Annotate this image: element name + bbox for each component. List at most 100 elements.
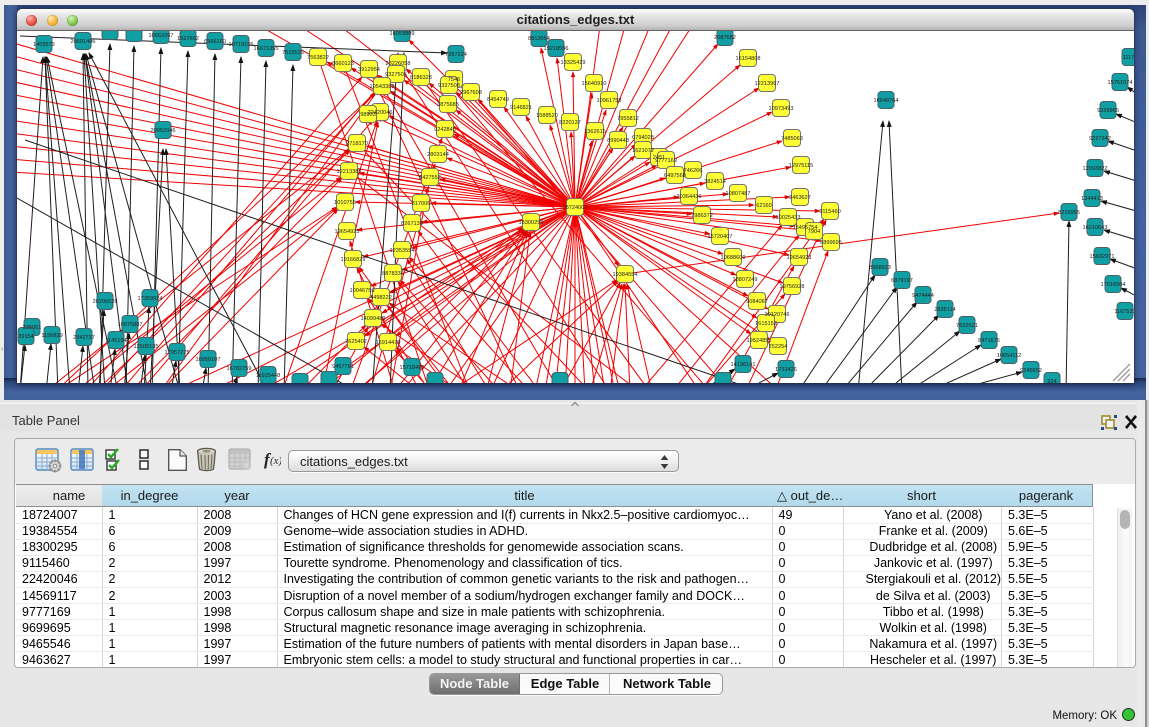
svg-text:8958923: 8958923 [869, 265, 891, 271]
svg-text:12213389: 12213389 [337, 169, 362, 175]
svg-text:16154808: 16154808 [736, 56, 761, 62]
svg-text:1362615: 1362615 [584, 129, 606, 135]
svg-text:9084067: 9084067 [746, 299, 768, 305]
svg-text:15720407: 15720407 [708, 234, 733, 240]
svg-text:252254: 252254 [769, 344, 788, 350]
svg-text:1145194: 1145194 [105, 338, 126, 344]
svg-text:924: 924 [1047, 379, 1056, 383]
svg-text:2803144: 2803144 [427, 152, 449, 158]
svg-text:10973493: 10973493 [769, 106, 794, 112]
svg-text:16914479: 16914479 [376, 340, 401, 346]
svg-text:1733426: 1733426 [775, 367, 797, 373]
svg-text:10975887: 10975887 [118, 322, 143, 328]
svg-text:15640910: 15640910 [582, 81, 607, 87]
svg-text:19218506: 19218506 [544, 46, 569, 52]
svg-text:98903: 98903 [360, 112, 376, 118]
svg-text:10719155: 10719155 [229, 42, 254, 48]
svg-text:15692971: 15692971 [1090, 254, 1115, 260]
svg-text:1527602: 1527602 [177, 36, 199, 42]
svg-text:2942737: 2942737 [73, 335, 95, 341]
svg-text:16210643: 16210643 [1083, 225, 1108, 231]
svg-text:20364436: 20364436 [677, 194, 702, 200]
svg-text:3875685: 3875685 [437, 102, 459, 108]
svg-text:7357224: 7357224 [445, 52, 467, 58]
svg-text:39154: 39154 [18, 334, 34, 340]
svg-text:16648764: 16648764 [874, 98, 899, 104]
svg-text:7485063: 7485063 [781, 136, 803, 142]
svg-text:10543382: 10543382 [370, 84, 395, 90]
svg-text:8186328: 8186328 [410, 75, 432, 81]
svg-text:18724007: 18724007 [563, 205, 588, 211]
svg-text:7632621: 7632621 [956, 323, 978, 329]
svg-text:8990448: 8990448 [607, 138, 629, 144]
svg-text:19166829: 19166829 [341, 257, 366, 263]
svg-text:7904: 7904 [808, 229, 820, 235]
svg-text:8471676: 8471676 [978, 338, 1000, 344]
svg-text:16782759: 16782759 [227, 366, 252, 372]
svg-text:3824514: 3824514 [704, 179, 726, 185]
svg-text:19654923: 19654923 [787, 255, 812, 261]
svg-text:9245652: 9245652 [1020, 368, 1042, 374]
svg-text:335061: 335061 [23, 325, 42, 331]
svg-text:17359924: 17359924 [138, 296, 163, 302]
svg-text:20691406: 20691406 [71, 39, 96, 45]
svg-text:4498222: 4498222 [370, 295, 392, 301]
svg-text:10688609: 10688609 [721, 255, 746, 261]
svg-text:7625402: 7625402 [345, 339, 367, 345]
svg-text:19384554: 19384554 [613, 272, 638, 278]
svg-text:1588520: 1588520 [536, 113, 558, 119]
svg-text:13325419: 13325419 [561, 60, 586, 66]
svg-text:1244413: 1244413 [1081, 196, 1103, 202]
svg-text:3912954: 3912954 [358, 67, 380, 73]
svg-text:19756928: 19756928 [780, 284, 805, 290]
svg-text:2935114: 2935114 [934, 307, 955, 313]
svg-text:9457791: 9457791 [332, 364, 354, 370]
svg-text:8220137: 8220137 [559, 120, 581, 126]
svg-text:14136141: 14136141 [731, 362, 756, 368]
svg-text:6966160: 6966160 [204, 39, 226, 45]
svg-text:1405572: 1405572 [33, 42, 55, 48]
svg-text:7986372: 7986372 [691, 213, 713, 219]
svg-text:(x): (x) [270, 455, 281, 467]
svg-text:17957275: 17957275 [165, 350, 190, 356]
svg-text:7563822: 7563822 [307, 55, 329, 61]
svg-text:12093822: 12093822 [1083, 166, 1108, 172]
svg-text:10654112: 10654112 [997, 353, 1021, 359]
svg-text:12505135: 12505135 [134, 344, 159, 350]
svg-text:15718485: 15718485 [400, 365, 425, 371]
svg-text:19654925: 19654925 [335, 229, 360, 235]
svg-text:16053809: 16053809 [390, 31, 415, 37]
svg-text:9146821: 9146821 [510, 105, 532, 111]
svg-text:8215955: 8215955 [1058, 210, 1080, 216]
svg-text:9329966: 9329966 [1097, 108, 1119, 114]
svg-text:8427552: 8427552 [419, 175, 441, 181]
svg-text:11173: 11173 [1123, 55, 1134, 61]
svg-text:7515526: 7515526 [282, 50, 304, 56]
svg-text:10046756: 10046756 [350, 288, 375, 294]
svg-text:16671355: 16671355 [254, 46, 279, 52]
svg-text:8267130: 8267130 [401, 221, 423, 227]
svg-text:23226058: 23226058 [386, 61, 411, 67]
svg-text:8454749: 8454749 [487, 97, 509, 103]
svg-text:9327508: 9327508 [438, 83, 460, 89]
svg-text:11925448: 11925448 [256, 373, 280, 379]
svg-text:2087682: 2087682 [714, 35, 736, 41]
svg-text:9327505: 9327505 [385, 72, 407, 78]
svg-text:18300295: 18300295 [519, 220, 544, 226]
svg-text:10025433: 10025433 [776, 215, 801, 221]
svg-text:9463627: 9463627 [789, 195, 811, 201]
svg-text:14099489: 14099489 [361, 316, 386, 322]
svg-text:2967608: 2967608 [460, 90, 482, 96]
svg-text:12975115: 12975115 [789, 163, 813, 169]
svg-text:9242845: 9242845 [434, 127, 456, 133]
svg-text:10653267: 10653267 [149, 33, 174, 39]
svg-text:10958107: 10958107 [196, 357, 221, 363]
svg-text:9777169: 9777169 [655, 158, 677, 164]
svg-text:8813054: 8813054 [528, 36, 550, 42]
svg-text:12353594: 12353594 [390, 248, 415, 254]
svg-text:817006: 817006 [412, 201, 431, 207]
svg-text:1010755: 1010755 [334, 200, 356, 206]
svg-text:6879197: 6879197 [891, 278, 913, 284]
svg-text:1615152: 1615152 [755, 321, 777, 327]
svg-text:20206526: 20206526 [93, 299, 118, 305]
